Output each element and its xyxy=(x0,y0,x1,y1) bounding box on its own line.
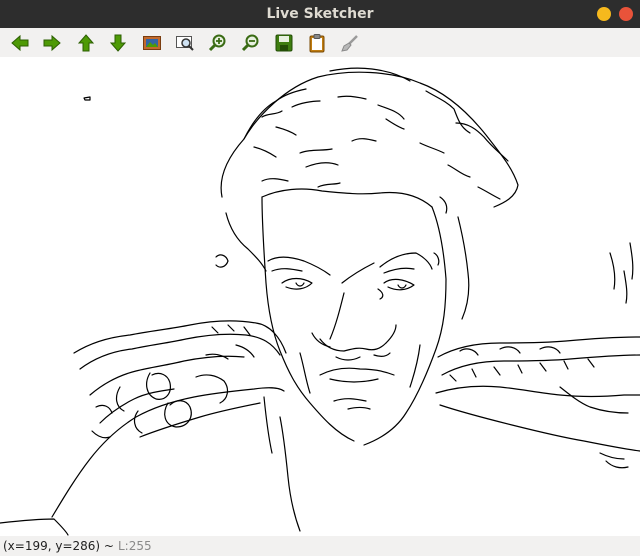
zoom-out-icon[interactable] xyxy=(239,31,263,55)
arrow-right-icon[interactable] xyxy=(40,31,64,55)
zoom-in-icon[interactable] xyxy=(206,31,230,55)
cursor-coordinates: (x=199, y=286) ~ xyxy=(3,539,114,553)
window-title: Live Sketcher xyxy=(266,6,374,22)
minimize-button[interactable] xyxy=(597,7,611,21)
arrow-left-icon[interactable] xyxy=(8,31,32,55)
edge-sketch-image xyxy=(0,67,640,536)
title-bar: Live Sketcher xyxy=(0,0,640,28)
image-icon[interactable] xyxy=(140,31,164,55)
save-icon[interactable] xyxy=(272,31,296,55)
level-readout: L:255 xyxy=(117,539,152,553)
status-bar: (x=199, y=286) ~ L:255 xyxy=(0,536,640,556)
clipboard-icon[interactable] xyxy=(305,31,329,55)
brush-icon[interactable] xyxy=(338,31,362,55)
sketch-canvas[interactable] xyxy=(0,57,640,536)
arrow-down-icon[interactable] xyxy=(106,31,130,55)
close-button[interactable] xyxy=(619,7,633,21)
zoom-fit-icon[interactable] xyxy=(173,31,197,55)
toolbar xyxy=(0,28,640,58)
arrow-up-icon[interactable] xyxy=(74,31,98,55)
